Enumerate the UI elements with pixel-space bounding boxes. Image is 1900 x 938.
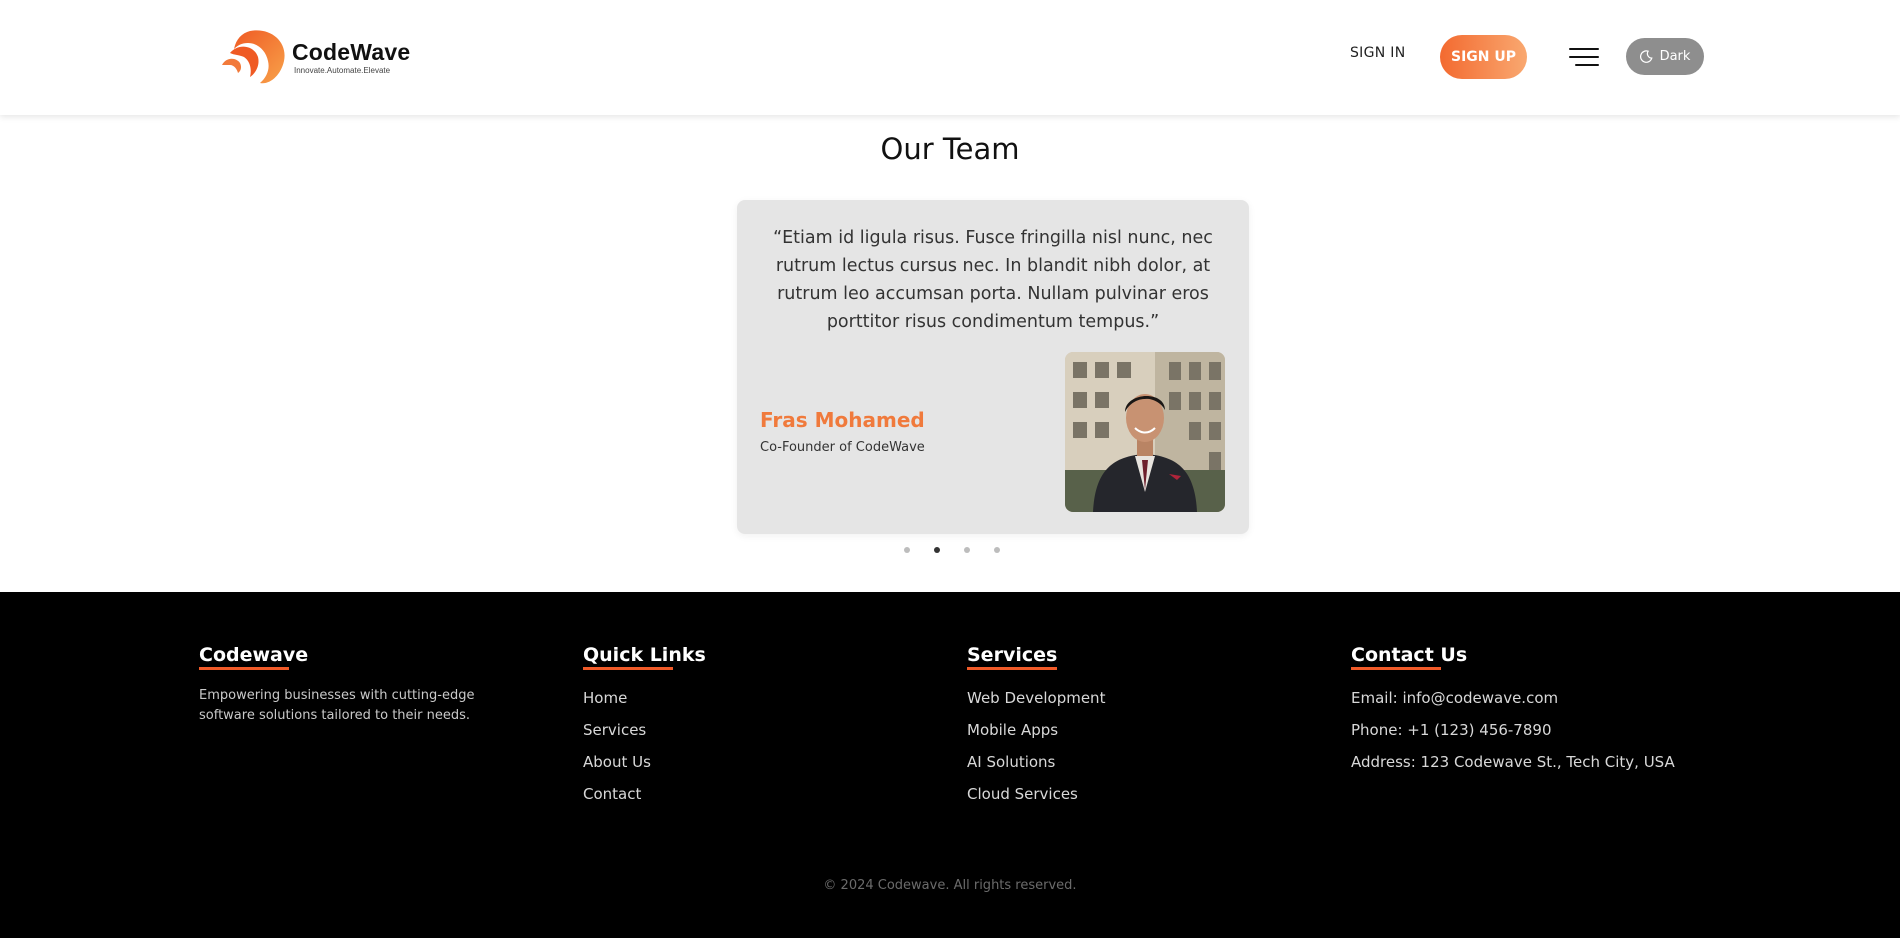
footer-heading-contact-us: Contact Us xyxy=(1351,644,1467,670)
carousel-dot-4[interactable] xyxy=(994,547,1000,553)
footer-quick-links: Quick Links Home Services About Us Conta… xyxy=(583,644,706,810)
footer-heading-quick-links: Quick Links xyxy=(583,644,706,670)
carousel-dot-1[interactable] xyxy=(904,547,910,553)
sign-up-button[interactable]: SIGN UP xyxy=(1440,35,1527,79)
site-footer: Codewave Empowering businesses with cutt… xyxy=(0,592,1900,938)
codewave-logo[interactable]: CodeWave Innovate.Automate.Elevate xyxy=(220,26,410,88)
footer-contact-email: Email: info@codewave.com xyxy=(1351,689,1559,707)
logo-tagline: Innovate.Automate.Elevate xyxy=(294,65,391,75)
footer-heading-codewave: Codewave xyxy=(199,644,308,670)
carousel-dots xyxy=(900,547,1000,555)
footer-contact-address: Address: 123 Codewave St., Tech City, US… xyxy=(1351,753,1675,771)
footer-link-services[interactable]: Services xyxy=(583,714,706,746)
footer-link-about-us[interactable]: About Us xyxy=(583,746,706,778)
footer-service-mobile-apps[interactable]: Mobile Apps xyxy=(967,714,1105,746)
moon-icon xyxy=(1639,50,1653,63)
testimonial-quote: “Etiam id ligula risus. Fusce fringilla … xyxy=(773,228,1213,332)
footer-about: Codewave Empowering businesses with cutt… xyxy=(199,644,529,726)
carousel-dot-3[interactable] xyxy=(964,547,970,553)
section-title: Our Team xyxy=(880,132,1020,166)
footer-service-ai-solutions[interactable]: AI Solutions xyxy=(967,746,1105,778)
testimonial-card: “Etiam id ligula risus. Fusce fringilla … xyxy=(737,200,1249,534)
hamburger-menu-icon[interactable] xyxy=(1569,46,1599,68)
footer-heading-services: Services xyxy=(967,644,1058,670)
member-photo xyxy=(1065,352,1225,512)
footer-link-home[interactable]: Home xyxy=(583,682,706,714)
logo-name: CodeWave xyxy=(292,38,411,65)
footer-service-cloud-services[interactable]: Cloud Services xyxy=(967,778,1105,810)
wave-logo-icon xyxy=(222,30,285,84)
footer-link-contact[interactable]: Contact xyxy=(583,778,706,810)
carousel-dot-2[interactable] xyxy=(934,547,940,553)
dark-mode-toggle[interactable]: Dark xyxy=(1626,38,1704,75)
footer-service-web-development[interactable]: Web Development xyxy=(967,682,1105,714)
footer-contact-phone: Phone: +1 (123) 456-7890 xyxy=(1351,721,1552,739)
member-name: Fras Mohamed xyxy=(760,408,925,432)
dark-mode-label: Dark xyxy=(1659,49,1691,64)
copyright-text: © 2024 Codewave. All rights reserved. xyxy=(823,878,1077,893)
member-role: Co-Founder of CodeWave xyxy=(760,440,925,455)
footer-contact: Contact Us Email: info@codewave.com Phon… xyxy=(1351,644,1675,778)
footer-description: Empowering businesses with cutting-edge … xyxy=(199,688,475,723)
sign-in-link[interactable]: SIGN IN xyxy=(1350,45,1406,61)
footer-services: Services Web Development Mobile Apps AI … xyxy=(967,644,1105,810)
site-header: CodeWave Innovate.Automate.Elevate SIGN … xyxy=(0,0,1900,115)
